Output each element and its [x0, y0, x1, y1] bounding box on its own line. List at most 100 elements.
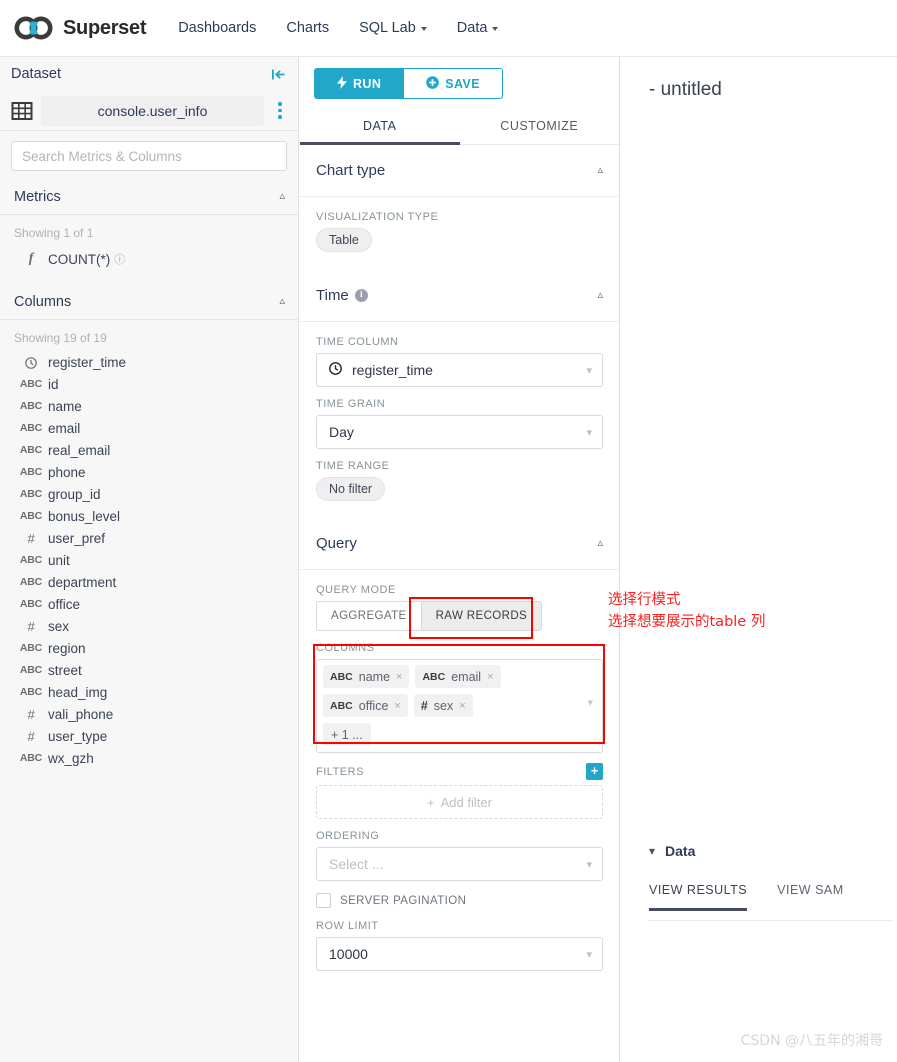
column-item[interactable]: ABC group_id	[0, 483, 298, 505]
column-item[interactable]: ABC unit	[0, 549, 298, 571]
column-item[interactable]: ABC region	[0, 637, 298, 659]
column-item[interactable]: ABC name	[0, 395, 298, 417]
tab-data[interactable]: DATA	[300, 109, 460, 145]
info-icon[interactable]: i	[354, 289, 368, 302]
column-item[interactable]: ABC department	[0, 571, 298, 593]
query-mode-aggregate[interactable]: AGGREGATE	[316, 601, 422, 631]
tab-customize[interactable]: CUSTOMIZE	[460, 109, 620, 145]
chevron-down-icon: ▾	[586, 364, 592, 377]
plus-icon: +	[427, 794, 435, 810]
column-pill[interactable]: ABC office ×	[323, 694, 408, 717]
time-column-label: TIME COLUMN	[316, 336, 399, 348]
dataset-name-select[interactable]: console.user_info	[41, 95, 264, 126]
nav-item-dashboards[interactable]: Dashboards	[178, 20, 256, 36]
column-item[interactable]: # user_type	[0, 725, 298, 747]
nav-item-sql-lab[interactable]: SQL Lab	[359, 20, 427, 36]
row-limit-select[interactable]: 10000 ▾	[316, 937, 603, 971]
text-type-icon: ABC	[19, 664, 43, 676]
tab-data-label: DATA	[363, 119, 397, 133]
nav-item-charts[interactable]: Charts	[286, 20, 329, 36]
column-item[interactable]: ABC email	[0, 417, 298, 439]
metric-item-count[interactable]: f COUNT(*) ⓘ	[0, 246, 298, 272]
column-item-label: department	[48, 574, 117, 590]
column-item-label: street	[48, 662, 82, 678]
brand[interactable]: Superset	[14, 16, 146, 40]
brand-name: Superset	[63, 16, 147, 39]
data-section-header[interactable]: ▾ Data	[649, 843, 695, 859]
column-item[interactable]: ABC street	[0, 659, 298, 681]
dataset-name-label: console.user_info	[97, 102, 208, 119]
numeric-type-icon: #	[420, 698, 428, 713]
query-section-header[interactable]: Query ▵	[300, 518, 619, 570]
time-range-value[interactable]: No filter	[316, 477, 386, 501]
remove-icon[interactable]: ×	[459, 700, 465, 712]
function-icon: f	[28, 251, 34, 266]
nav-item-data[interactable]: Data	[457, 20, 499, 36]
visualization-type-value[interactable]: Table	[316, 228, 372, 252]
column-item-label: vali_phone	[48, 706, 114, 722]
remove-icon[interactable]: ×	[394, 700, 400, 712]
more-options-icon[interactable]	[272, 102, 288, 119]
chart-panel: - untitled ▾ Data VIEW RESULTS VIEW SAM …	[621, 57, 897, 1062]
columns-control[interactable]: ABC name × ABC email × ABC office × # sex × + 1 ...…	[316, 659, 603, 753]
chart-type-section-header[interactable]: Chart type ▵	[300, 145, 619, 197]
tab-view-results[interactable]: VIEW RESULTS	[649, 883, 748, 911]
control-panel: RUN SAVE DATA CUSTOMIZE Chart type ▵ VIS…	[300, 57, 620, 1062]
column-pill-label: email	[451, 669, 482, 684]
column-item[interactable]: ABC bonus_level	[0, 505, 298, 527]
metrics-section-header[interactable]: Metrics ▵	[0, 179, 298, 215]
columns-more-badge[interactable]: + 1 ...	[323, 723, 371, 746]
help-icon[interactable]: ⓘ	[114, 251, 125, 267]
time-column-value: register_time	[352, 362, 433, 378]
column-item[interactable]: ABC office	[0, 593, 298, 615]
columns-showing-count: Showing 19 of 19	[14, 331, 107, 345]
dataset-panel-title: Dataset	[11, 66, 61, 82]
tab-view-samples[interactable]: VIEW SAM	[777, 883, 844, 911]
control-actions: RUN SAVE	[300, 57, 619, 99]
save-button[interactable]: SAVE	[404, 68, 504, 99]
data-section-label: Data	[665, 843, 696, 859]
collapse-left-icon[interactable]	[271, 68, 286, 81]
column-item-label: region	[48, 640, 86, 656]
columns-section-header[interactable]: Columns ▵	[0, 284, 298, 320]
tab-customize-label: CUSTOMIZE	[500, 119, 579, 133]
time-column-select[interactable]: register_time ▾	[316, 353, 603, 387]
add-filter-button[interactable]: + Add filter	[316, 785, 603, 819]
ordering-label: ORDERING	[316, 830, 380, 842]
time-grain-select[interactable]: Day ▾	[316, 415, 603, 449]
column-pill[interactable]: # sex ×	[413, 694, 473, 717]
remove-icon[interactable]: ×	[487, 671, 493, 683]
column-item-label: real_email	[48, 442, 111, 458]
column-item[interactable]: ABC real_email	[0, 439, 298, 461]
query-mode-raw-records[interactable]: RAW RECORDS	[421, 601, 543, 631]
server-pagination-label: SERVER PAGINATION	[340, 894, 467, 907]
column-item[interactable]: ABC phone	[0, 461, 298, 483]
column-pill[interactable]: ABC name ×	[323, 665, 410, 688]
run-button[interactable]: RUN	[314, 68, 405, 99]
column-item[interactable]: register_time	[0, 351, 298, 373]
checkbox-icon	[316, 893, 331, 908]
column-pill-label: office	[358, 698, 389, 713]
text-type-icon: ABC	[19, 378, 43, 390]
server-pagination-checkbox[interactable]: SERVER PAGINATION	[316, 893, 603, 908]
chart-title[interactable]: - untitled	[621, 57, 897, 101]
column-item[interactable]: ABC head_img	[0, 681, 298, 703]
text-type-icon: ABC	[19, 510, 43, 522]
column-item[interactable]: ABC wx_gzh	[0, 747, 298, 769]
remove-icon[interactable]: ×	[396, 671, 402, 683]
column-item[interactable]: # vali_phone	[0, 703, 298, 725]
time-section-header[interactable]: Time i ▵	[300, 270, 619, 322]
column-item[interactable]: ABC id	[0, 373, 298, 395]
superset-explore-page: Superset Dashboards Charts SQL Lab Data …	[0, 0, 897, 1062]
column-item[interactable]: # sex	[0, 615, 298, 637]
column-pill[interactable]: ABC email ×	[415, 665, 501, 688]
column-item-label: name	[48, 398, 82, 414]
chevron-up-icon: ▵	[279, 295, 285, 307]
ordering-select[interactable]: Select ... ▾	[316, 847, 603, 881]
chevron-up-icon: ▵	[597, 164, 603, 176]
search-input[interactable]	[11, 141, 287, 171]
column-item[interactable]: # user_pref	[0, 527, 298, 549]
plus-square-icon[interactable]: +	[586, 763, 603, 780]
text-type-icon: ABC	[19, 422, 43, 434]
numeric-type-icon: #	[27, 706, 35, 722]
